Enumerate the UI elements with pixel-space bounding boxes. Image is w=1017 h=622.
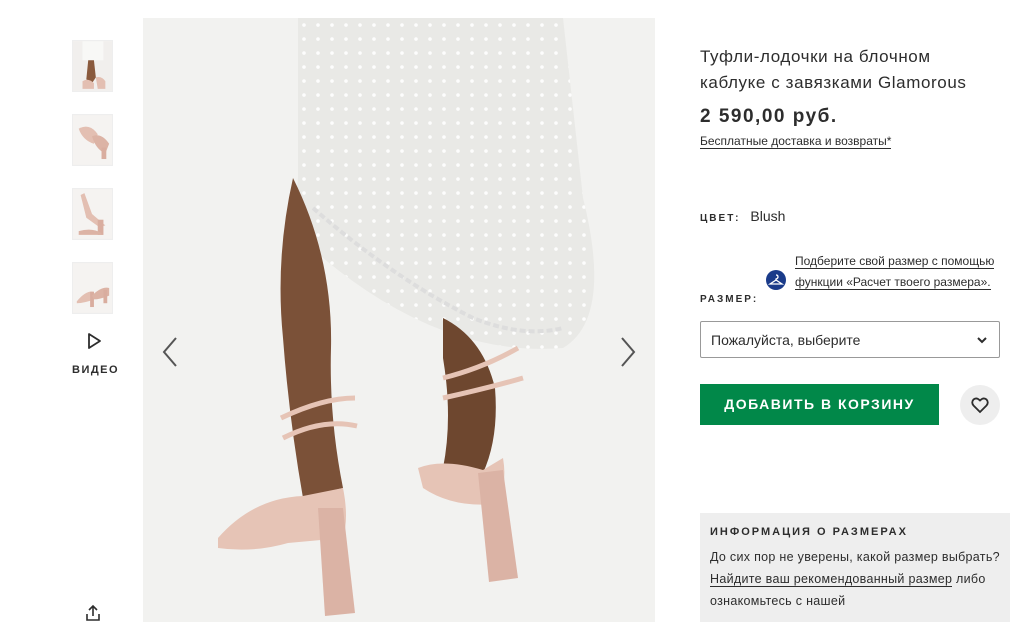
- play-icon: [88, 333, 101, 349]
- thumbnail-2[interactable]: [72, 114, 113, 166]
- thumbnail-4[interactable]: [72, 262, 113, 314]
- heart-icon: [971, 397, 989, 414]
- color-row: ЦВЕТ: Blush: [700, 208, 785, 224]
- size-select-value: Пожалуйста, выберите: [711, 332, 861, 348]
- thumbnail-3[interactable]: [72, 188, 113, 240]
- add-to-bag-button[interactable]: ДОБАВИТЬ В КОРЗИНУ: [700, 384, 939, 425]
- thumbnail-1[interactable]: [72, 40, 113, 92]
- free-delivery-link[interactable]: Бесплатные доставка и возвраты*: [700, 134, 892, 149]
- size-info-panel: ИНФОРМАЦИЯ О РАЗМЕРАХ До сих пор не увер…: [700, 513, 1010, 622]
- recommended-size-link[interactable]: Найдите ваш рекомендованный размер: [710, 572, 953, 587]
- share-icon[interactable]: [84, 604, 102, 622]
- wishlist-button[interactable]: [960, 385, 1000, 425]
- chevron-down-icon: [977, 337, 987, 344]
- size-select[interactable]: Пожалуйста, выберите: [700, 321, 1000, 358]
- color-label: ЦВЕТ:: [700, 213, 741, 224]
- size-info-text: До сих пор не уверены, какой размер выбр…: [710, 546, 1000, 612]
- fit-assistant-icon[interactable]: [766, 270, 786, 290]
- thumbnail-image: [73, 189, 112, 239]
- product-title: Туфли-лодочки на блочном каблуке с завяз…: [700, 47, 967, 92]
- chevron-right-icon[interactable]: [616, 335, 640, 369]
- main-product-image: [143, 18, 655, 622]
- thumbnail-image: [73, 115, 112, 165]
- video-label: ВИДЕО: [72, 364, 120, 376]
- fit-assistant-text[interactable]: Подберите свой размер с помощью функции …: [795, 251, 995, 292]
- size-info-heading: ИНФОРМАЦИЯ О РАЗМЕРАХ: [710, 526, 908, 538]
- thumbnail-image: [73, 263, 112, 313]
- thumbnail-image: [73, 41, 112, 91]
- product-price: 2 590,00 руб.: [700, 106, 838, 127]
- chevron-left-icon[interactable]: [158, 335, 182, 369]
- color-value: Blush: [750, 208, 786, 224]
- size-info-text-1: До сих пор не уверены, какой размер выбр…: [710, 550, 1000, 564]
- product-info: Туфли-лодочки на блочном каблуке с завяз…: [700, 44, 1000, 150]
- product-photo: [143, 18, 655, 622]
- video-button[interactable]: ВИДЕО: [72, 332, 120, 378]
- fit-assistant-link[interactable]: Подберите свой размер с помощью функции …: [795, 254, 995, 290]
- thumbnail-list: [72, 40, 114, 336]
- hanger-icon: [767, 274, 785, 285]
- size-label: РАЗМЕР:: [700, 294, 759, 305]
